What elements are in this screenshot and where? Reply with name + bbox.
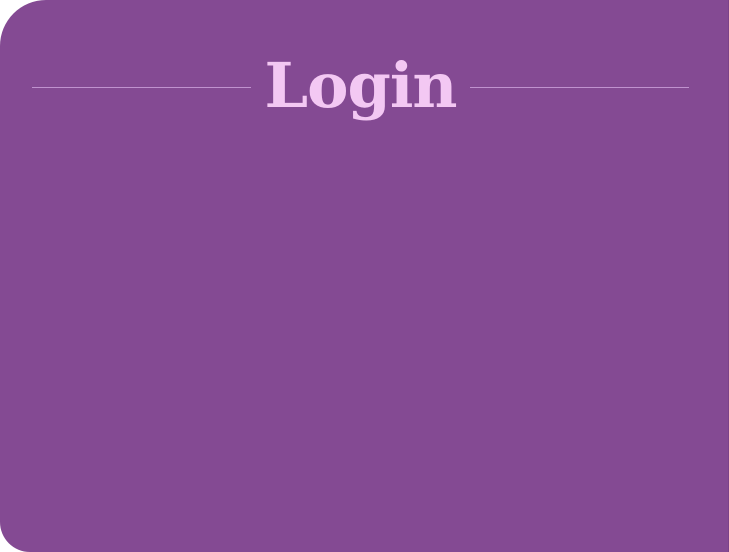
login-header: Login <box>32 48 689 128</box>
login-title: Login <box>264 49 458 122</box>
login-panel: Login <box>0 0 729 552</box>
title-divider-left <box>32 87 251 88</box>
title-divider-right <box>470 87 689 88</box>
